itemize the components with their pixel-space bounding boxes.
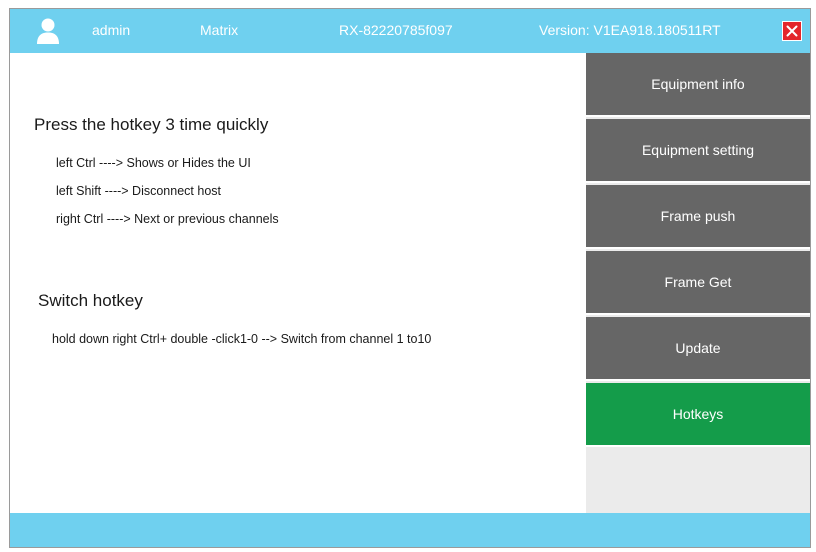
sidebar-item-equipment-info[interactable]: Equipment info	[586, 53, 810, 117]
app-name-label: Matrix	[200, 22, 239, 38]
hotkey-line: left Ctrl ----> Shows or Hides the UI	[56, 156, 251, 170]
hotkeys-panel: Press the hotkey 3 time quickly left Ctr…	[10, 53, 586, 513]
sidebar-nav: Equipment info Equipment setting Frame p…	[586, 53, 810, 513]
hotkey-line: left Shift ----> Disconnect host	[56, 184, 221, 198]
quick-press-heading: Press the hotkey 3 time quickly	[34, 115, 269, 134]
close-button[interactable]	[782, 21, 802, 41]
sidebar-item-frame-push[interactable]: Frame push	[586, 185, 810, 249]
version-label: Version: V1EA918.180511RT	[539, 22, 721, 38]
sidebar-item-equipment-setting[interactable]: Equipment setting	[586, 119, 810, 183]
status-bar	[10, 513, 810, 547]
sidebar-item-hotkeys[interactable]: Hotkeys	[586, 383, 810, 447]
close-icon	[786, 25, 798, 37]
username-label: admin	[92, 22, 131, 38]
sidebar-item-update[interactable]: Update	[586, 317, 810, 381]
sidebar-item-frame-get[interactable]: Frame Get	[586, 251, 810, 315]
title-bar: admin Matrix RX-82220785f097 Version: V1…	[10, 9, 810, 53]
device-serial-label: RX-82220785f097	[339, 22, 453, 38]
hotkey-line: hold down right Ctrl+ double -click1-0 -…	[52, 332, 432, 346]
user-icon	[37, 18, 59, 44]
switch-hotkey-heading: Switch hotkey	[38, 291, 143, 310]
hotkey-line: right Ctrl ----> Next or previous channe…	[56, 212, 279, 226]
app-window: admin Matrix RX-82220785f097 Version: V1…	[9, 8, 811, 548]
